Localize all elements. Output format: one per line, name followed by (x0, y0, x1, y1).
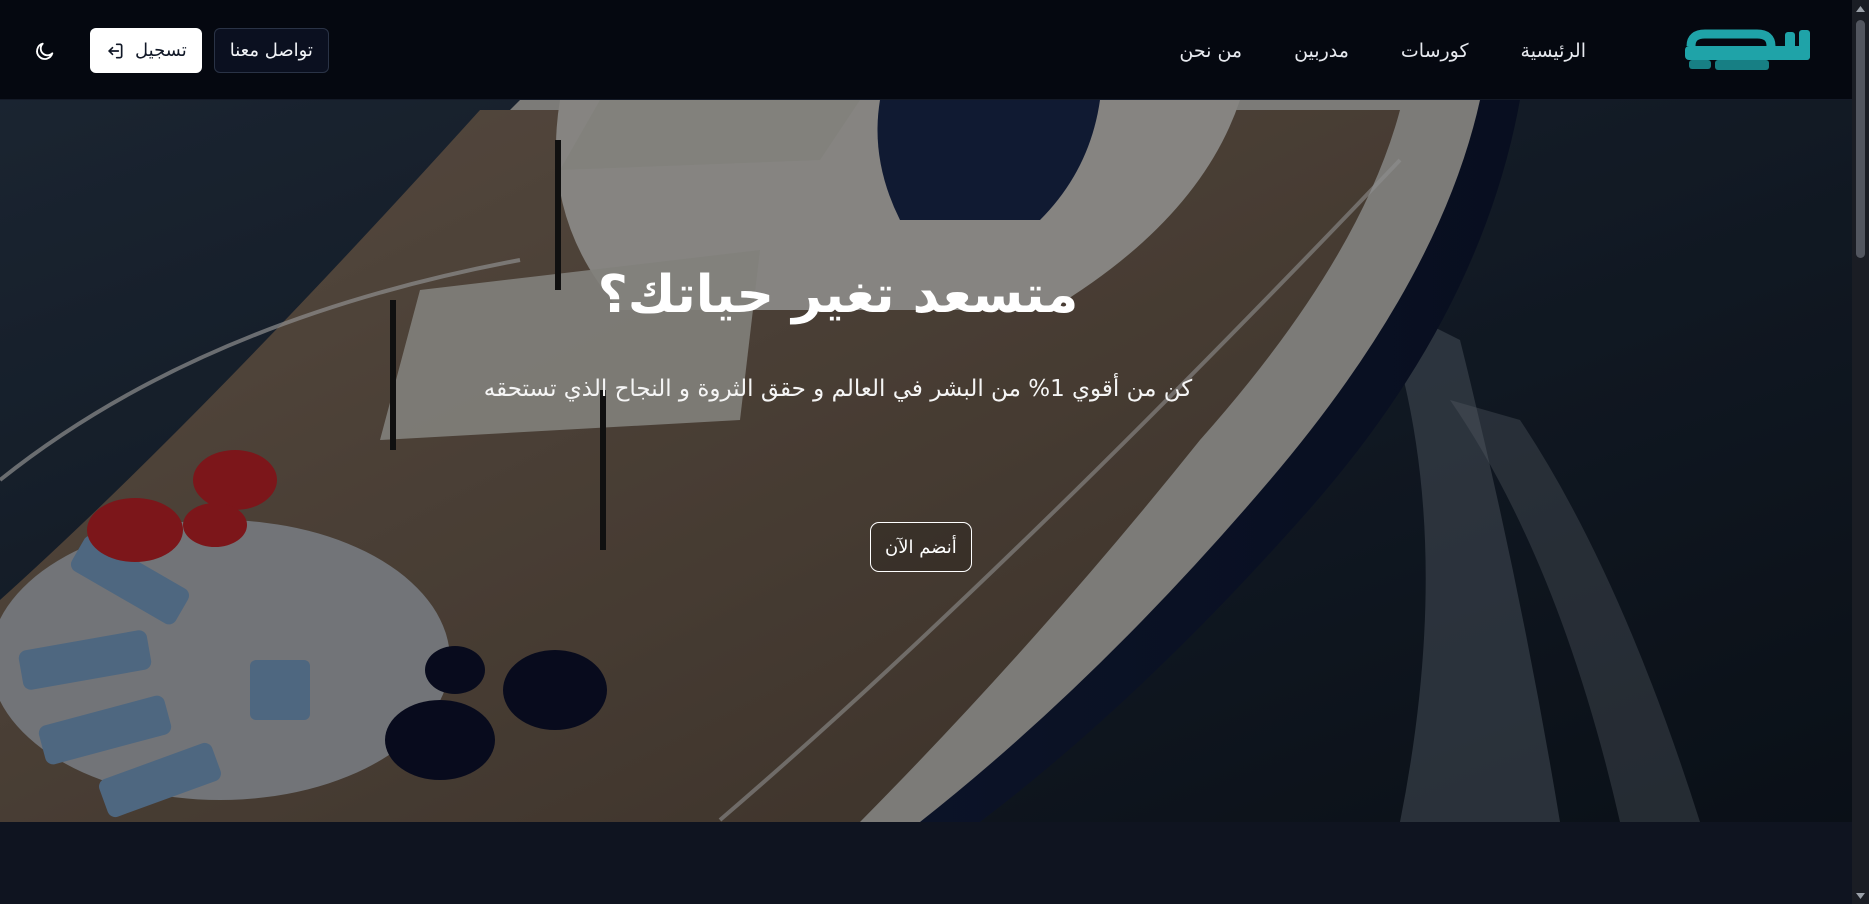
nav-home-link[interactable]: الرئيسية (1521, 36, 1586, 66)
scroll-down-icon[interactable] (1852, 887, 1869, 904)
join-now-button[interactable]: أنضم الآن (870, 522, 972, 572)
hero-section: متسعد تغير حياتك؟ كن من أقوي 1% من البشر… (0, 100, 1852, 822)
nav-about-link[interactable]: من نحن (1179, 36, 1242, 66)
page: الرئيسية كورسات مدربين من نحن تسجيل تواص… (0, 0, 1869, 904)
next-section (0, 822, 1852, 904)
brand-logo[interactable] (1685, 26, 1820, 74)
hero-title: متسعد تغير حياتك؟ (597, 265, 1079, 325)
nav-trainers-link[interactable]: مدربين (1294, 36, 1349, 66)
page-scrollbar[interactable] (1852, 0, 1869, 904)
contact-button[interactable]: تواصل معنا (213, 28, 329, 73)
login-arrow-icon (105, 41, 125, 61)
scroll-up-icon[interactable] (1852, 0, 1869, 17)
nav-courses-link[interactable]: كورسات (1401, 36, 1469, 66)
main-nav: الرئيسية كورسات مدربين من نحن (1179, 36, 1586, 66)
scrollbar-thumb[interactable] (1856, 20, 1865, 258)
hero-subtitle: كن من أقوي 1% من البشر في العالم و حقق ا… (483, 376, 1193, 402)
moon-icon[interactable] (32, 38, 58, 64)
login-label: تسجيل (135, 40, 187, 61)
site-header: الرئيسية كورسات مدربين من نحن تسجيل تواص… (0, 0, 1852, 100)
login-button[interactable]: تسجيل (90, 28, 202, 73)
header-actions: تسجيل تواصل معنا (32, 28, 329, 73)
hero-content: متسعد تغير حياتك؟ كن من أقوي 1% من البشر… (0, 100, 1852, 822)
